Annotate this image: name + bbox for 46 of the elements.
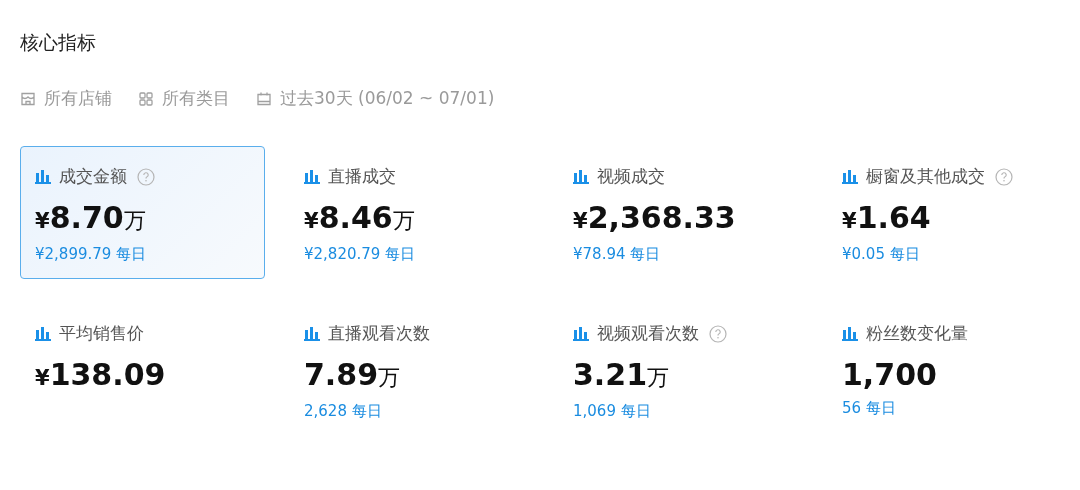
daily-average: ¥0.05 每日 — [842, 245, 921, 264]
metric-card[interactable]: 橱窗及其他成交 ¥1.64 ¥0.05 每日 — [827, 146, 1072, 279]
bar-chart-icon — [304, 326, 320, 341]
metric-card[interactable]: 直播成交 ¥8.46万 ¥2,820.79 每日 — [289, 146, 534, 279]
bar-chart-icon — [842, 169, 858, 184]
metric-value: ¥2,368.33 — [573, 200, 737, 237]
metric-label: 橱窗及其他成交 — [866, 165, 985, 188]
bar-chart-icon — [35, 326, 51, 341]
metric-label: 粉丝数变化量 — [866, 322, 968, 345]
metric-label: 平均销售价 — [59, 322, 144, 345]
metric-card[interactable]: 粉丝数变化量 1,700 56 每日 — [827, 303, 1072, 436]
calendar-icon — [256, 90, 272, 107]
metric-value: ¥1.64 — [842, 200, 932, 237]
daily-average: 2,628 每日 — [304, 402, 383, 421]
metric-label: 视频观看次数 — [597, 322, 699, 345]
bar-chart-icon — [573, 326, 589, 341]
metric-label: 视频成交 — [597, 165, 665, 188]
metric-card[interactable]: 视频成交 ¥2,368.33 ¥78.94 每日 — [558, 146, 803, 279]
daily-average: ¥78.94 每日 — [573, 245, 662, 264]
section-title: 核心指标 — [20, 30, 97, 55]
metric-value: ¥8.46万 — [304, 200, 416, 237]
help-icon[interactable] — [137, 167, 155, 186]
bar-chart-icon — [304, 169, 320, 184]
daily-average: ¥2,820.79 每日 — [304, 245, 417, 264]
metric-value: ¥138.09 — [35, 357, 167, 394]
grid-icon — [138, 90, 154, 107]
metric-label: 直播观看次数 — [328, 322, 430, 345]
bar-chart-icon — [573, 169, 589, 184]
store-icon — [20, 90, 36, 107]
bar-chart-icon — [842, 326, 858, 341]
metric-card[interactable]: 成交金额 ¥8.70万 ¥2,899.79 每日 — [20, 146, 265, 279]
metric-label: 成交金额 — [59, 165, 127, 188]
metric-card[interactable]: 视频观看次数 3.21万 1,069 每日 — [558, 303, 803, 436]
bar-chart-icon — [35, 169, 51, 184]
help-icon[interactable] — [709, 324, 727, 343]
help-icon[interactable] — [995, 167, 1013, 186]
metric-card[interactable]: 直播观看次数 7.89万 2,628 每日 — [289, 303, 534, 436]
metric-value: 7.89万 — [304, 357, 402, 394]
metric-value: 1,700 — [842, 357, 938, 393]
daily-average: 56 每日 — [842, 399, 897, 418]
metric-value: 3.21万 — [573, 357, 671, 394]
metric-card[interactable]: 平均销售价 ¥138.09 — [20, 303, 265, 436]
daily-average: 1,069 每日 — [573, 402, 652, 421]
metric-label: 直播成交 — [328, 165, 396, 188]
metric-value: ¥8.70万 — [35, 200, 147, 237]
daily-average: ¥2,899.79 每日 — [35, 245, 148, 264]
